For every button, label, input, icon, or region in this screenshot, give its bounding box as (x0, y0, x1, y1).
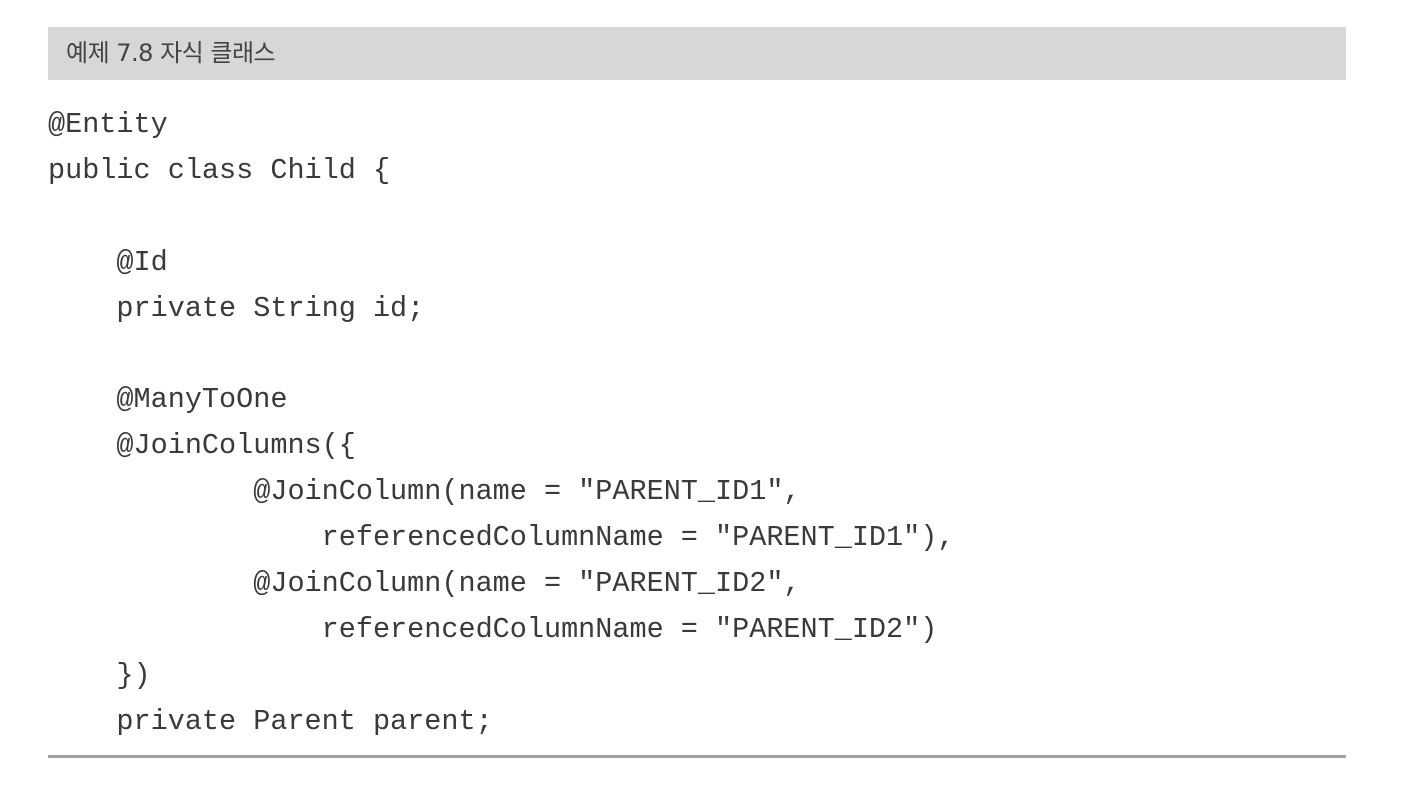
listing-header: 예제 7.8 자식 클래스 (48, 27, 1346, 80)
bottom-divider (48, 755, 1346, 758)
code-line: private Parent parent; (48, 704, 493, 738)
code-line: }) (48, 658, 151, 692)
code-line: @ManyToOne (48, 383, 288, 417)
code-line: @Entity (48, 108, 168, 141)
code-line: @Id (48, 245, 168, 279)
code-block: @Entity public class Child { @Id private … (48, 102, 954, 744)
code-line: @JoinColumn(name = "PARENT_ID2", (48, 566, 801, 600)
code-line: private String id; (48, 291, 425, 325)
code-line: referencedColumnName = "PARENT_ID1"), (48, 521, 955, 555)
code-line: referencedColumnName = "PARENT_ID2") (48, 612, 938, 646)
code-line: @JoinColumns({ (48, 429, 356, 463)
code-line: @JoinColumn(name = "PARENT_ID1", (48, 475, 801, 509)
listing-title: 예제 7.8 자식 클래스 (66, 39, 276, 67)
code-line: public class Child { (48, 153, 391, 187)
